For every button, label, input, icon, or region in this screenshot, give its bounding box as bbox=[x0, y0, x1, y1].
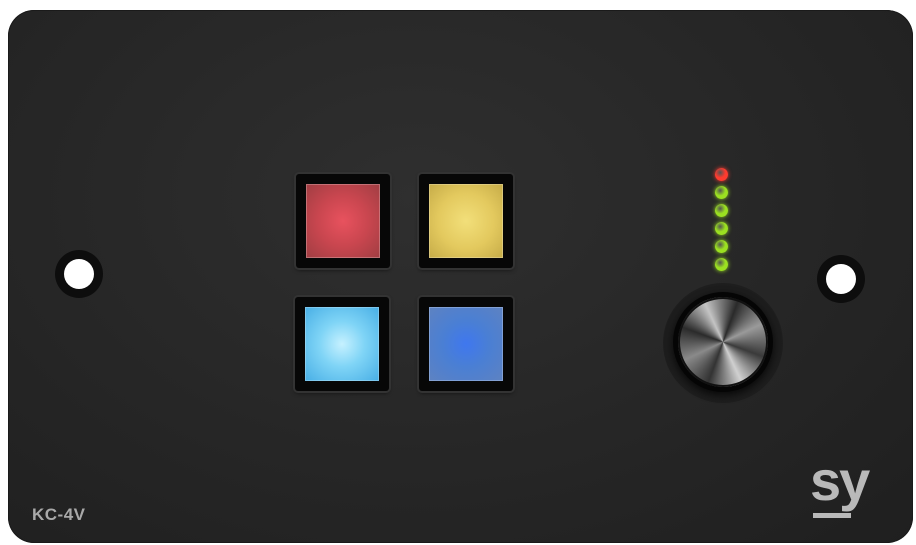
wall-panel bbox=[8, 10, 913, 543]
screw-hole-right bbox=[817, 255, 865, 303]
key-blue-lens bbox=[429, 307, 503, 381]
led-peak bbox=[715, 168, 728, 181]
screw-hole-right-opening bbox=[826, 264, 856, 294]
key-blue-button[interactable] bbox=[419, 297, 513, 391]
led-level-4 bbox=[715, 240, 728, 253]
led-level-2 bbox=[715, 204, 728, 217]
volume-knob[interactable] bbox=[673, 292, 773, 392]
screw-hole-left-opening bbox=[64, 259, 94, 289]
key-red-button[interactable] bbox=[296, 174, 390, 268]
screw-hole-left bbox=[55, 250, 103, 298]
key-cyan-button[interactable] bbox=[295, 297, 389, 391]
key-yellow-button[interactable] bbox=[419, 174, 513, 268]
model-label: KC-4V bbox=[32, 505, 86, 524]
led-level-3 bbox=[715, 222, 728, 235]
volume-knob-cap bbox=[678, 297, 768, 387]
led-level-1 bbox=[715, 186, 728, 199]
key-yellow-lens bbox=[429, 184, 503, 258]
key-cyan-lens bbox=[305, 307, 379, 381]
led-level-5 bbox=[715, 258, 728, 271]
brand-logo: sy bbox=[810, 449, 870, 512]
key-red-lens bbox=[306, 184, 380, 258]
volume-led-meter bbox=[714, 168, 730, 278]
brand-logo-underline bbox=[813, 513, 851, 518]
